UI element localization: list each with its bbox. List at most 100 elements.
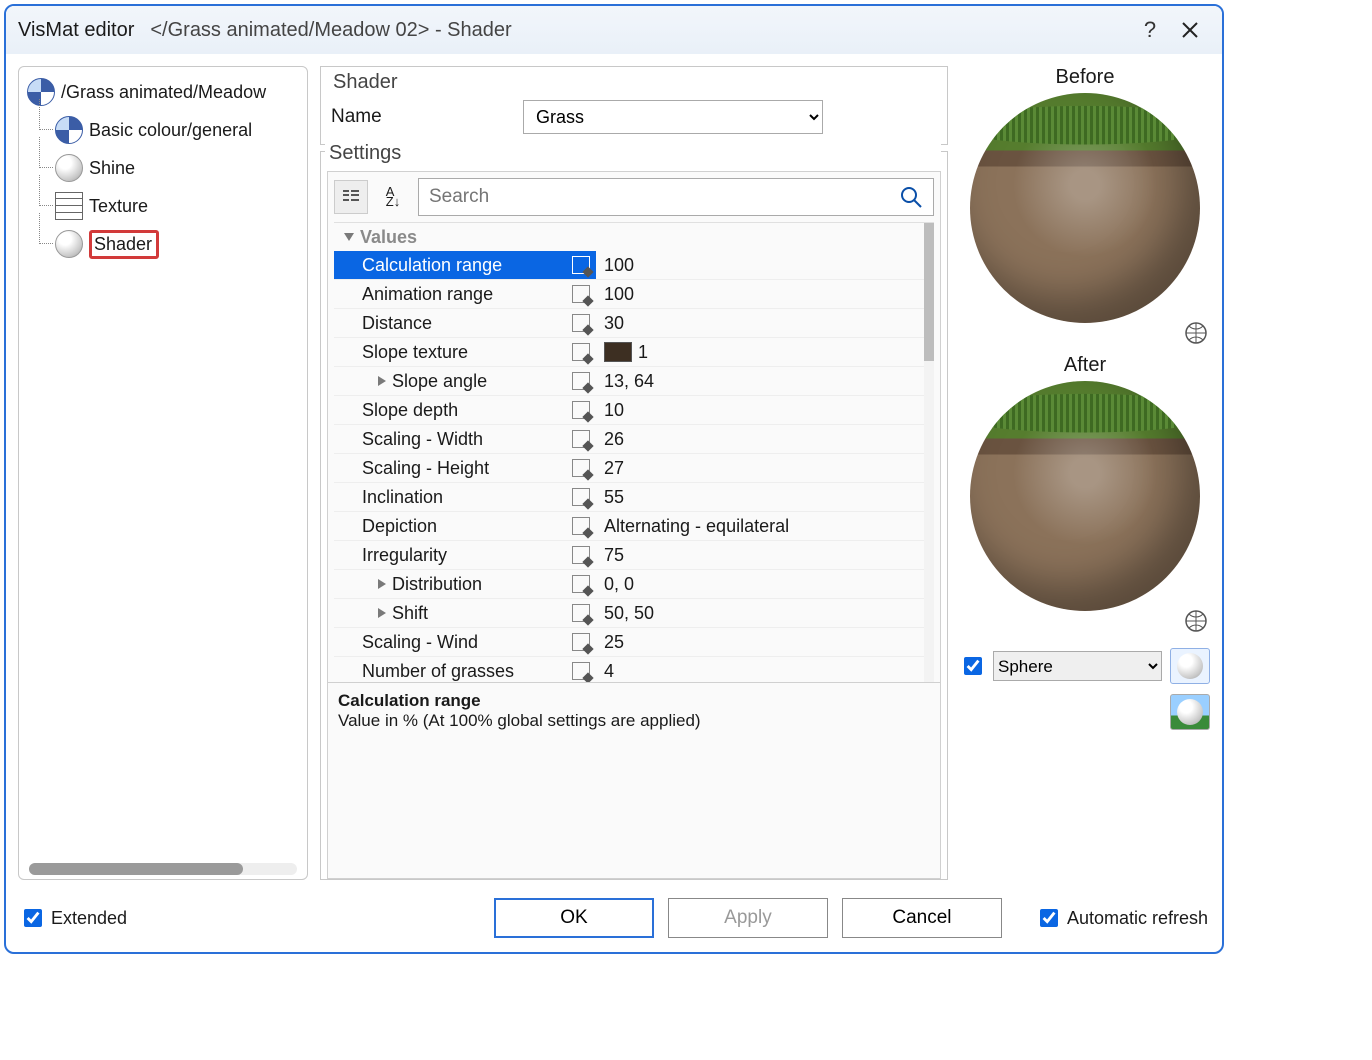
category-label: Values: [360, 227, 417, 248]
property-row[interactable]: Irregularity75: [334, 541, 934, 570]
property-row[interactable]: Shift50, 50: [334, 599, 934, 628]
property-row[interactable]: Inclination 55: [334, 483, 934, 512]
property-value[interactable]: 1: [596, 342, 934, 363]
property-row[interactable]: Scaling - Height27: [334, 454, 934, 483]
categorize-button[interactable]: [334, 180, 368, 214]
edit-icon[interactable]: [572, 633, 590, 651]
tree-root[interactable]: /Grass animated/Meadow: [23, 73, 303, 111]
property-name: Inclination: [362, 487, 443, 508]
property-value[interactable]: 75: [596, 545, 934, 566]
edit-icon[interactable]: [572, 343, 590, 361]
edit-icon[interactable]: [572, 604, 590, 622]
property-value[interactable]: 50, 50: [596, 603, 934, 624]
edit-icon[interactable]: [572, 401, 590, 419]
expand-icon[interactable]: [378, 608, 386, 618]
property-row[interactable]: DepictionAlternating - equilateral: [334, 512, 934, 541]
after-label: After: [1064, 354, 1106, 377]
property-value[interactable]: 4: [596, 661, 934, 682]
pie-icon: [55, 116, 83, 144]
edit-icon[interactable]: [572, 372, 590, 390]
property-value[interactable]: 0, 0: [596, 574, 934, 595]
cancel-button[interactable]: Cancel: [842, 898, 1002, 938]
ball-icon: [55, 230, 83, 258]
property-row[interactable]: Scaling - Wind 25: [334, 628, 934, 657]
property-value[interactable]: 27: [596, 458, 934, 479]
edit-icon[interactable]: [572, 546, 590, 564]
property-row[interactable]: Number of grasses4: [334, 657, 934, 682]
color-swatch: [604, 342, 632, 362]
property-row[interactable]: Scaling - Width26: [334, 425, 934, 454]
preview-shape-select[interactable]: Sphere: [993, 651, 1162, 681]
ball-icon: [55, 154, 83, 182]
edit-icon[interactable]: [572, 256, 590, 274]
tree-horizontal-scrollbar[interactable]: [29, 863, 297, 875]
tree-item-texture[interactable]: Texture: [23, 187, 303, 225]
shader-group: Shader Name Grass: [320, 66, 948, 145]
apply-button[interactable]: Apply: [668, 898, 828, 938]
globe-icon[interactable]: [1184, 609, 1208, 638]
window-path: </Grass animated/Meadow 02> - Shader: [150, 19, 511, 42]
auto-refresh-wrap[interactable]: Automatic refresh: [1036, 906, 1208, 930]
extended-checkbox-wrap[interactable]: Extended: [20, 906, 127, 930]
group-title: Shader: [329, 71, 402, 94]
edit-icon[interactable]: [572, 517, 590, 535]
edit-icon[interactable]: [572, 662, 590, 680]
property-row[interactable]: Distance30: [334, 309, 934, 338]
property-name: Calculation range: [362, 255, 502, 276]
auto-refresh-label: Automatic refresh: [1067, 908, 1208, 929]
shader-name-select[interactable]: Grass: [523, 100, 823, 134]
property-grid: ValuesCalculation range100Animation rang…: [334, 222, 934, 682]
property-row[interactable]: Slope angle13, 64: [334, 367, 934, 396]
before-preview: [970, 93, 1200, 323]
globe-icon[interactable]: [1184, 321, 1208, 350]
property-name: Animation range: [362, 284, 493, 305]
category-row[interactable]: Values: [334, 223, 934, 251]
tree-item-label: Texture: [89, 196, 148, 217]
property-row[interactable]: Slope texture1: [334, 338, 934, 367]
property-row[interactable]: Slope depth 10: [334, 396, 934, 425]
property-value[interactable]: 100: [596, 255, 934, 276]
edit-icon[interactable]: [572, 575, 590, 593]
edit-icon[interactable]: [572, 285, 590, 303]
property-name: Slope depth: [362, 400, 458, 421]
expand-icon[interactable]: [378, 376, 386, 386]
edit-icon[interactable]: [572, 314, 590, 332]
sort-az-button[interactable]: AZ↓: [376, 180, 410, 214]
ball-icon: [1177, 699, 1203, 725]
extended-checkbox[interactable]: [24, 909, 42, 927]
expand-icon[interactable]: [378, 579, 386, 589]
ok-button[interactable]: OK: [494, 898, 654, 938]
close-button[interactable]: [1170, 6, 1210, 54]
help-button[interactable]: ?: [1130, 6, 1170, 54]
property-value[interactable]: Alternating - equilateral: [596, 516, 934, 537]
tree-item-basic-colour[interactable]: Basic colour/general: [23, 111, 303, 149]
property-value[interactable]: 10: [596, 400, 934, 421]
search-input[interactable]: [419, 182, 889, 212]
property-row[interactable]: Calculation range 100: [334, 251, 934, 280]
property-value[interactable]: 26: [596, 429, 934, 450]
footer: Extended OK Apply Cancel Automatic refre…: [6, 892, 1222, 952]
tree-item-shader[interactable]: Shader: [23, 225, 303, 263]
settings-group: Settings AZ↓: [320, 151, 948, 880]
property-grid-scrollbar[interactable]: [924, 223, 934, 682]
property-value[interactable]: 55: [596, 487, 934, 508]
property-row[interactable]: Animation range 100: [334, 280, 934, 309]
edit-icon[interactable]: [572, 459, 590, 477]
ball-icon: [1177, 653, 1203, 679]
search-icon: [899, 185, 923, 209]
property-value[interactable]: 30: [596, 313, 934, 334]
property-value[interactable]: 100: [596, 284, 934, 305]
property-name: Scaling - Wind: [362, 632, 478, 653]
preview-enable-checkbox[interactable]: [964, 657, 982, 675]
sort-az-icon: AZ↓: [386, 187, 400, 207]
preview-environment-button[interactable]: [1170, 694, 1210, 730]
main-pane: Shader Name Grass Settings: [320, 66, 948, 880]
auto-refresh-checkbox[interactable]: [1040, 909, 1058, 927]
property-value[interactable]: 13, 64: [596, 371, 934, 392]
edit-icon[interactable]: [572, 430, 590, 448]
property-row[interactable]: Distribution0, 0: [334, 570, 934, 599]
tree-item-shine[interactable]: Shine: [23, 149, 303, 187]
preview-sphere-button[interactable]: [1170, 648, 1210, 684]
edit-icon[interactable]: [572, 488, 590, 506]
property-value[interactable]: 25: [596, 632, 934, 653]
